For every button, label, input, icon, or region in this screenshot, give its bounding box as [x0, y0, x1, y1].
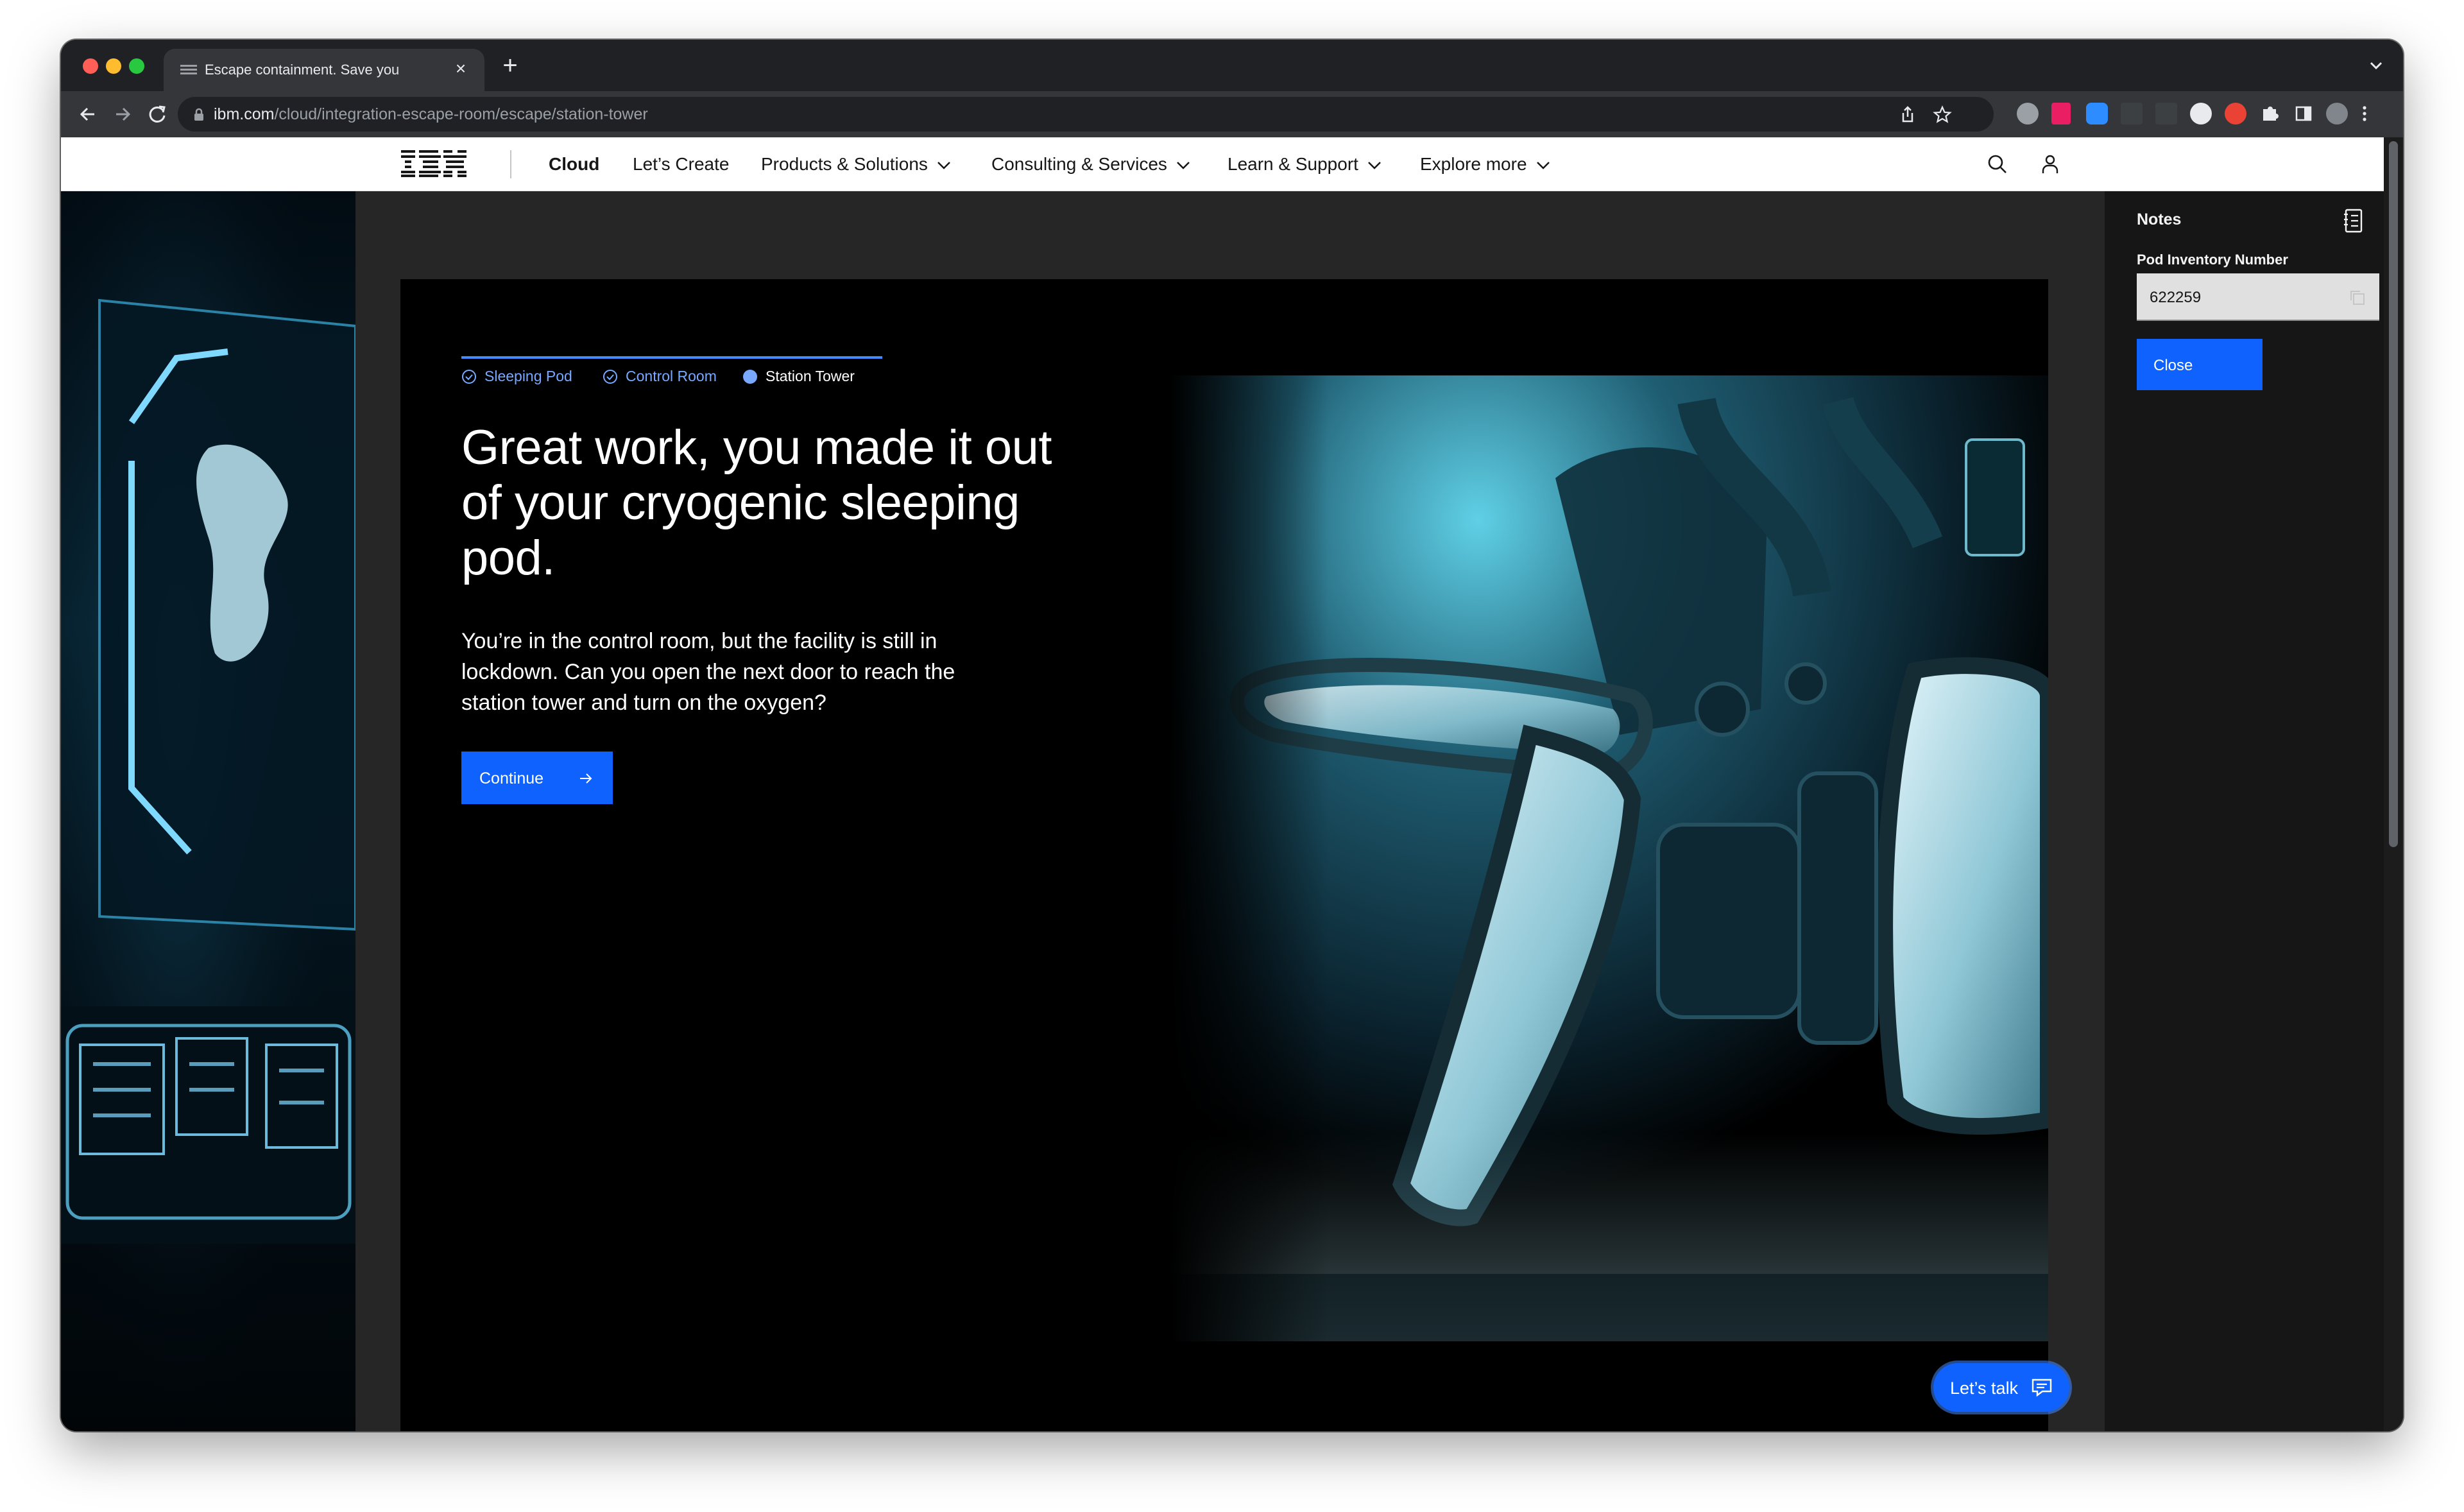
browser-window: Escape containment. Save you × + ibm.com… — [61, 40, 2403, 1431]
close-tab-icon[interactable]: × — [451, 59, 470, 78]
progress-indicator: Sleeping Pod Control Room Station Tower — [461, 356, 882, 388]
page-scrollbar[interactable] — [2384, 137, 2403, 1431]
chevron-down-icon[interactable] — [2365, 54, 2388, 77]
progress-line — [461, 356, 882, 359]
tab-strip: Escape containment. Save you × + — [61, 40, 2403, 91]
nav-learn-label: Learn & Support — [1228, 154, 1358, 174]
user-icon[interactable] — [2037, 151, 2063, 177]
close-notes-label: Close — [2153, 357, 2193, 374]
nav-consulting-services[interactable]: Consulting & Services — [991, 154, 1190, 175]
back-arrow-icon[interactable] — [75, 101, 101, 127]
ibm-masthead: Cloud Let’s Create Products & Solutions … — [61, 137, 2384, 191]
scrollbar-thumb[interactable] — [2389, 141, 2398, 847]
nav-lets-create[interactable]: Let’s Create — [633, 154, 729, 175]
more-menu-icon[interactable] — [2358, 103, 2371, 125]
continue-button[interactable]: Continue — [461, 752, 613, 804]
copy-icon[interactable] — [2348, 289, 2366, 307]
extension-g-icon[interactable] — [2017, 103, 2039, 125]
nav-cloud-label: Cloud — [549, 154, 600, 174]
bookmark-star-icon[interactable] — [1932, 105, 1953, 125]
checkmark-circle-icon — [462, 370, 476, 384]
step-station-tower[interactable]: Station Tower — [742, 368, 855, 385]
ibm-favicon-icon — [180, 65, 197, 74]
nav-explore-label: Explore more — [1420, 154, 1527, 174]
address-bar[interactable]: ibm.com/cloud/integration-escape-room/es… — [178, 97, 1994, 132]
nav-products-solutions[interactable]: Products & Solutions — [761, 154, 951, 175]
extension-honey-icon[interactable] — [2225, 103, 2246, 125]
minimize-window-button[interactable] — [106, 58, 121, 74]
modal-headline: Great work, you made it out of your cryo… — [461, 420, 1052, 585]
escape-modal: Sleeping Pod Control Room Station Tower … — [400, 279, 2048, 1431]
modal-body-text: You’re in the control room, but the faci… — [461, 629, 955, 715]
url-text: ibm.com/cloud/integration-escape-room/es… — [214, 105, 648, 124]
side-panel-icon[interactable] — [2293, 103, 2314, 125]
pod-inventory-value: 622259 — [2150, 289, 2202, 306]
continue-button-label: Continue — [479, 769, 544, 787]
chevron-down-icon — [1368, 161, 1381, 169]
url-host: ibm.com — [214, 105, 275, 123]
share-icon[interactable] — [1897, 105, 1918, 125]
current-step-dot-icon — [743, 370, 757, 384]
nav-lets-create-label: Let’s Create — [633, 154, 730, 174]
chevron-down-icon — [1536, 161, 1550, 169]
close-notes-button[interactable]: Close — [2137, 339, 2263, 390]
checkmark-circle-icon — [603, 370, 617, 384]
ibm-logo[interactable] — [401, 150, 466, 177]
new-tab-button[interactable]: + — [497, 53, 523, 78]
puzzle-extensions-icon[interactable] — [2259, 103, 2281, 125]
lets-talk-button[interactable]: Let’s talk — [1933, 1363, 2069, 1412]
cryogenic-pod-illustration — [1170, 375, 2048, 1341]
step-sleeping-pod[interactable]: Sleeping Pod — [461, 368, 572, 385]
url-path: /cloud/integration-escape-room/escape/st… — [274, 105, 648, 123]
nav-cloud[interactable]: Cloud — [549, 154, 599, 175]
step-control-room[interactable]: Control Room — [603, 368, 717, 385]
nav-products-label: Products & Solutions — [761, 154, 928, 174]
profile-avatar-icon[interactable] — [2326, 103, 2348, 125]
pod-inventory-field[interactable]: 622259 — [2137, 273, 2379, 321]
chevron-down-icon — [937, 161, 950, 169]
chat-bubble-icon — [2032, 1379, 2052, 1397]
browser-tab-active[interactable]: Escape containment. Save you × — [164, 49, 484, 91]
extension-new-icon[interactable] — [2121, 103, 2143, 125]
close-window-button[interactable] — [83, 58, 98, 74]
page-viewport: Cloud Let’s Create Products & Solutions … — [61, 137, 2403, 1431]
maximize-window-button[interactable] — [129, 58, 144, 74]
nav-learn-support[interactable]: Learn & Support — [1228, 154, 1382, 175]
extension-zoom-icon[interactable] — [2086, 103, 2108, 125]
step-control-room-label: Control Room — [626, 368, 717, 384]
extension-vo-icon[interactable] — [2155, 103, 2177, 125]
browser-toolbar: ibm.com/cloud/integration-escape-room/es… — [61, 91, 2403, 137]
arrow-right-icon — [580, 773, 592, 784]
control-room-monitors-image — [61, 191, 355, 1431]
nav-explore-more[interactable]: Explore more — [1420, 154, 1550, 175]
header-divider — [510, 150, 511, 178]
step-sleeping-pod-label: Sleeping Pod — [484, 368, 572, 384]
extension-m-icon[interactable] — [2051, 103, 2071, 125]
notes-title: Notes — [2137, 210, 2182, 228]
forward-arrow-icon[interactable] — [110, 101, 135, 127]
background-scene — [61, 191, 355, 1431]
notes-panel: Notes Pod Inventory Number 622259 Close — [2105, 191, 2384, 1431]
extension-eye-icon[interactable] — [2190, 103, 2212, 125]
step-station-tower-label: Station Tower — [766, 368, 855, 384]
nav-consulting-label: Consulting & Services — [991, 154, 1167, 174]
notebook-icon[interactable] — [2343, 208, 2365, 234]
lets-talk-label: Let’s talk — [1950, 1379, 2019, 1398]
pod-inventory-label: Pod Inventory Number — [2137, 252, 2288, 268]
search-icon[interactable] — [1985, 151, 2010, 177]
tab-title: Escape containment. Save you — [205, 62, 400, 78]
lock-icon — [194, 108, 203, 121]
reload-icon[interactable] — [144, 101, 170, 127]
chevron-down-icon — [1177, 161, 1190, 169]
